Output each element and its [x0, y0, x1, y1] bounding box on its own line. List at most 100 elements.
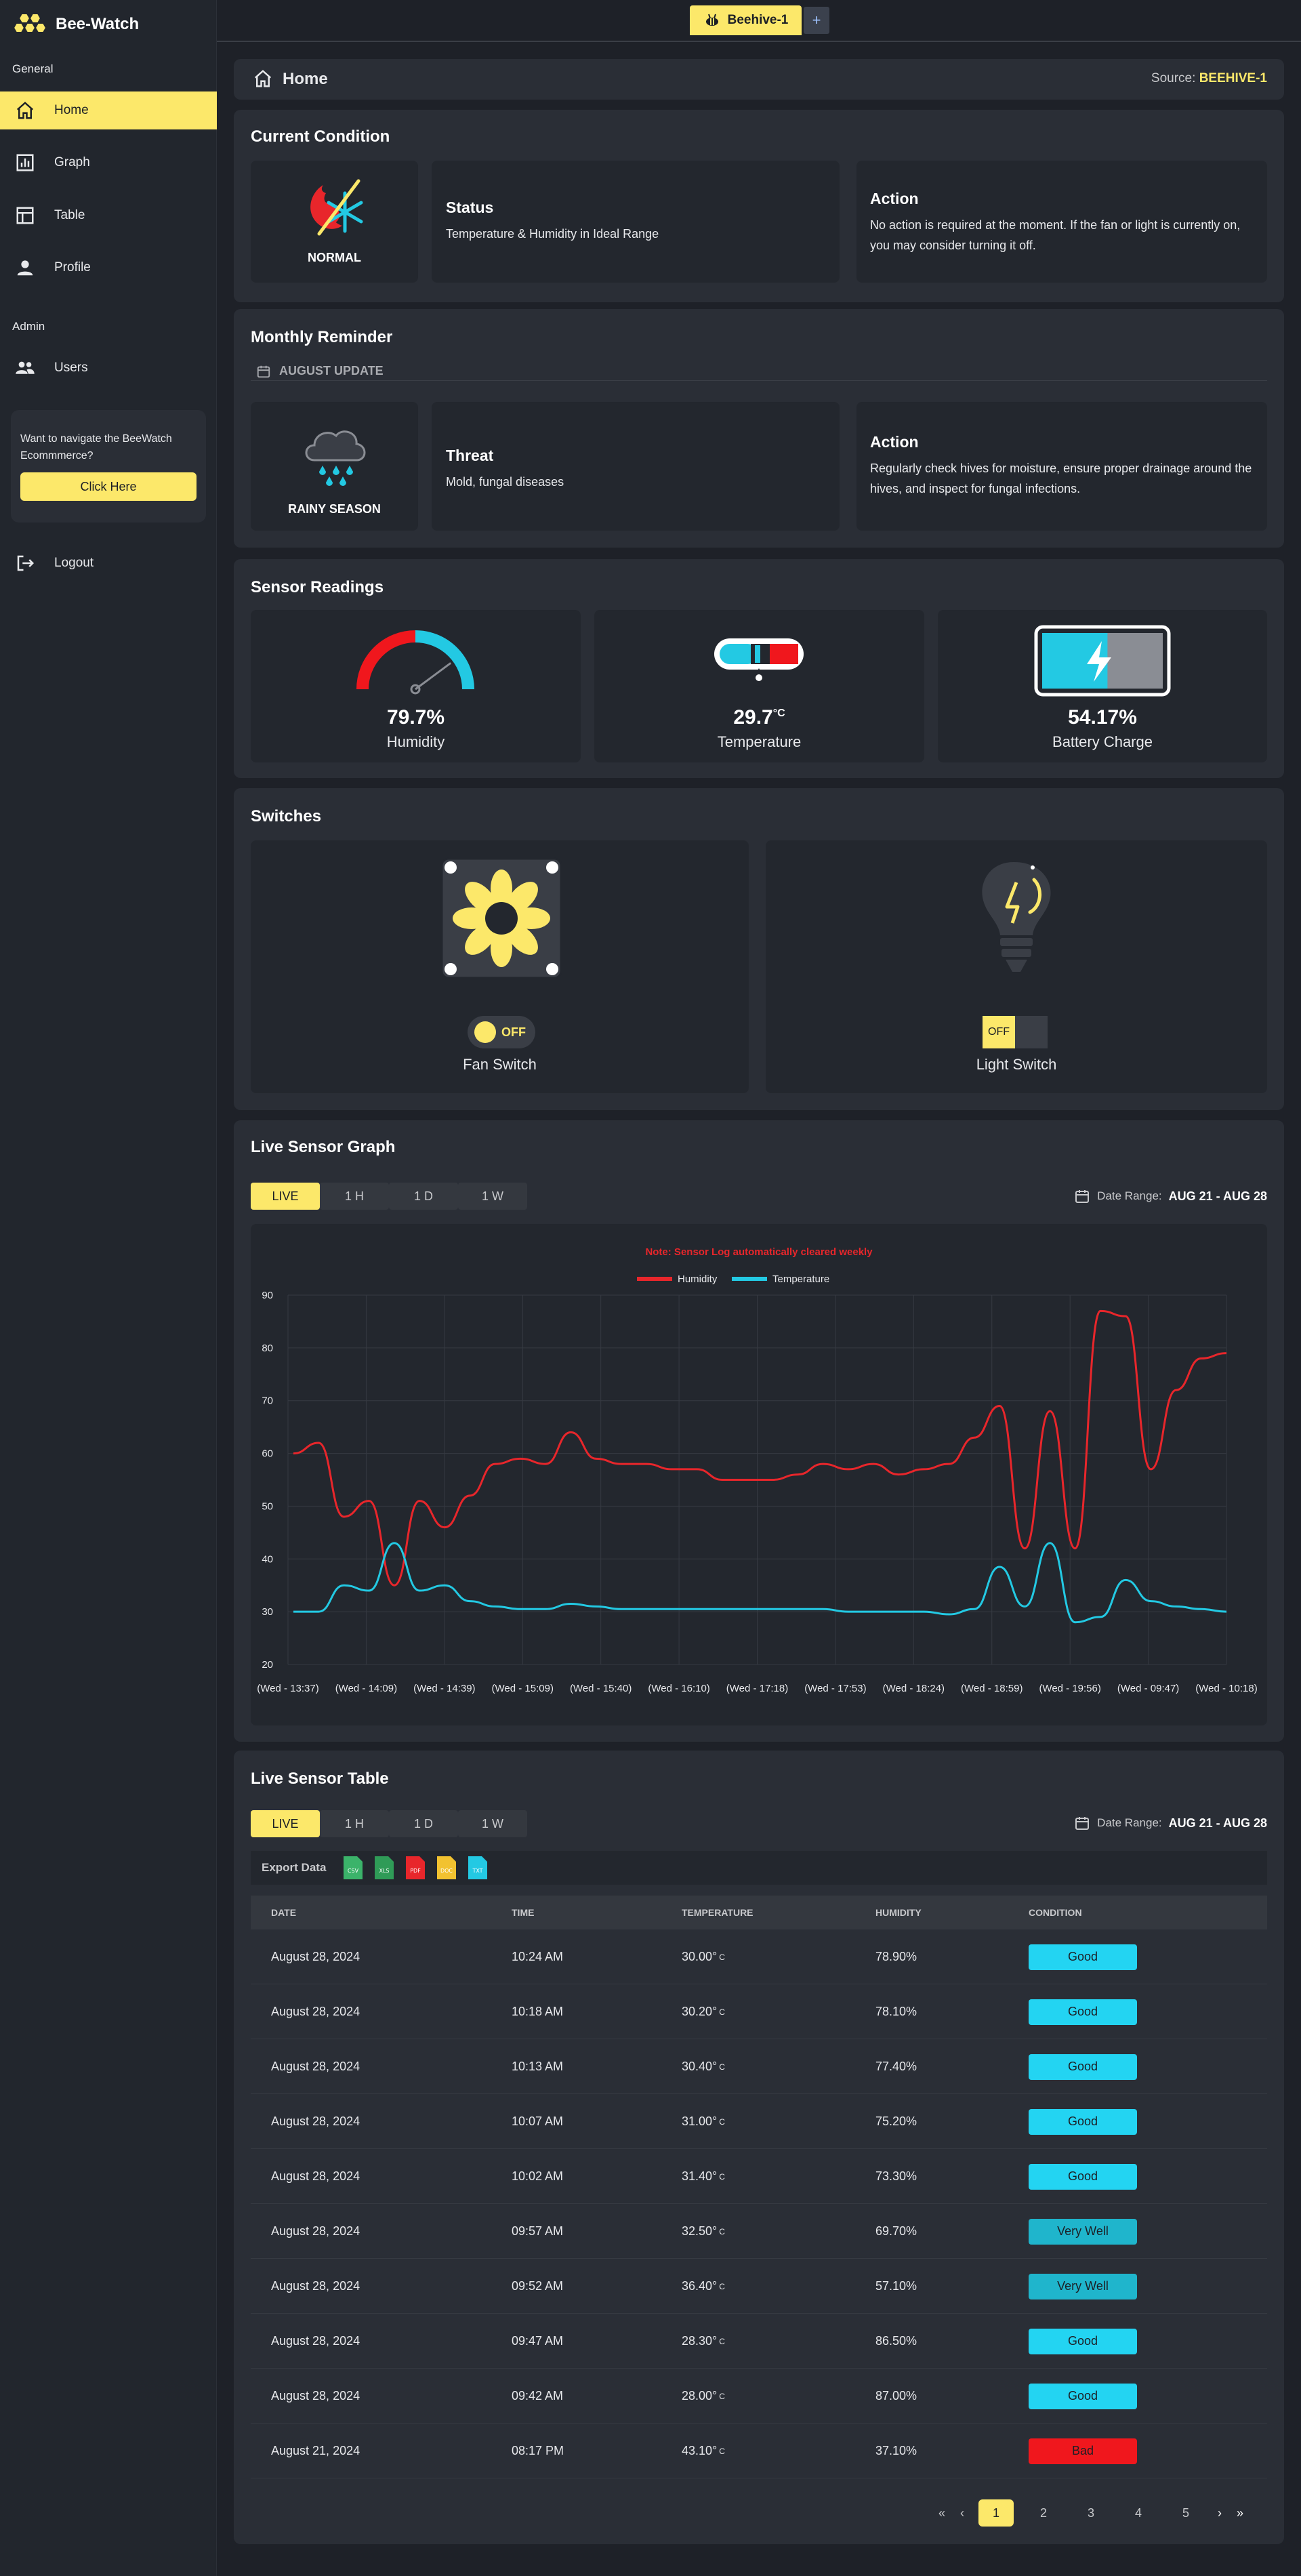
source-value: BEEHIVE-1 [1199, 71, 1267, 85]
light-switch-label: Light Switch [976, 1056, 1057, 1073]
cell-condition: Good [1029, 2314, 1137, 2369]
reminder-icon-label: RAINY SEASON [288, 502, 381, 516]
prev-page-button[interactable]: ‹ [952, 2499, 972, 2527]
page-2-button[interactable]: 2 [1020, 2499, 1067, 2527]
next-page-button[interactable]: › [1210, 2499, 1230, 2527]
table-row: August 28, 2024 09:47 AM 28.30° C 86.50% Good [251, 2314, 1267, 2369]
condition-badge: Good [1029, 1999, 1137, 2025]
range-1h[interactable]: 1 H [320, 1810, 389, 1837]
cell-date: August 28, 2024 [271, 2389, 360, 2403]
range-1w[interactable]: 1 W [458, 1183, 527, 1210]
sidebar-item-graph[interactable]: Graph [0, 144, 217, 182]
first-page-button[interactable]: « [932, 2499, 952, 2527]
sidebar-item-table[interactable]: Table [0, 197, 217, 234]
add-tab-button[interactable]: + [804, 7, 829, 34]
x-tick-label: (Wed - 16:10) [648, 1683, 709, 1694]
graph-date-range[interactable]: Date Range: AUG 21 - AUG 28 [1074, 1188, 1267, 1204]
cell-time: 08:17 PM [512, 2444, 564, 2457]
column-time[interactable]: TIME [512, 1896, 534, 1929]
temperature-card: 29.7°C Temperature [594, 610, 924, 762]
range-live[interactable]: LIVE [251, 1810, 320, 1837]
source-label: Source: [1151, 71, 1196, 85]
promo-button[interactable]: Click Here [20, 472, 197, 501]
sidebar-item-home[interactable]: Home [0, 91, 217, 129]
fan-switch-label: Fan Switch [463, 1056, 537, 1073]
monthly-reminder-panel: Monthly Reminder AUGUST UPDATE RAINY SEA… [234, 309, 1284, 548]
page-5-button[interactable]: 5 [1162, 2499, 1210, 2527]
table-date-range[interactable]: Date Range: AUG 21 - AUG 28 [1074, 1815, 1267, 1831]
section-title: Live Sensor Graph [251, 1138, 396, 1156]
y-tick-label: 30 [262, 1606, 273, 1618]
temperature-unit: C [719, 2007, 725, 2017]
cell-date: August 28, 2024 [271, 2005, 360, 2018]
section-title: Live Sensor Table [251, 1770, 389, 1788]
condition-badge: Very Well [1029, 2273, 1137, 2299]
range-1h[interactable]: 1 H [320, 1183, 389, 1210]
temperature-text: 43.10° [682, 2444, 718, 2457]
home-icon [16, 102, 34, 119]
threat-text: Mold, fungal diseases [446, 475, 564, 489]
temperature-reading: 29.7°C [594, 706, 924, 729]
logout-button[interactable]: Logout [0, 544, 217, 582]
sidebar-item-profile[interactable]: Profile [0, 249, 217, 287]
export-pdf-icon[interactable]: PDF [405, 1855, 426, 1881]
export-doc-icon[interactable]: DOC [436, 1855, 457, 1881]
export-format: CSV [348, 1868, 359, 1874]
column-temperature[interactable]: TEMPERATURE [682, 1896, 753, 1929]
sidebar-item-users[interactable]: Users [0, 349, 217, 387]
cell-date: August 28, 2024 [271, 1950, 360, 1963]
battery-value: 54.17% [1068, 706, 1137, 729]
chart-container: Note: Sensor Log automatically cleared w… [251, 1224, 1267, 1725]
cell-date: August 21, 2024 [271, 2444, 360, 2457]
export-csv-icon[interactable]: CSV [342, 1855, 364, 1881]
condition-badge: Good [1029, 2108, 1137, 2135]
column-humidity[interactable]: HUMIDITY [875, 1896, 922, 1929]
x-tick-label: (Wed - 09:47) [1117, 1683, 1179, 1694]
light-toggle[interactable]: OFF [983, 1016, 1048, 1048]
y-tick-label: 50 [262, 1500, 273, 1512]
fan-state: OFF [501, 1025, 526, 1039]
export-format: TXT [472, 1868, 483, 1874]
table-row: August 28, 2024 09:42 AM 28.00° C 87.00% Good [251, 2369, 1267, 2424]
range-1w[interactable]: 1 W [458, 1810, 527, 1837]
cell-condition: Very Well [1029, 2204, 1137, 2259]
column-condition[interactable]: CONDITION [1029, 1896, 1082, 1929]
last-page-button[interactable]: » [1230, 2499, 1250, 2527]
range-1d[interactable]: 1 D [389, 1183, 458, 1210]
sidebar-item-label: Home [54, 103, 89, 117]
fan-toggle[interactable]: OFF [468, 1016, 535, 1048]
range-live[interactable]: LIVE [251, 1183, 320, 1210]
status-text: Temperature & Humidity in Ideal Range [446, 227, 659, 241]
export-txt-icon[interactable]: TXT [467, 1855, 489, 1881]
pagination: « ‹ 1 2 3 4 5 › » [932, 2499, 1250, 2527]
graph-range-chips: LIVE 1 H 1 D 1 W [251, 1183, 527, 1210]
page-1-button[interactable]: 1 [978, 2499, 1014, 2527]
export-bar: Export Data CSV XLS PDF DOC TXT [251, 1851, 1267, 1885]
table-row: August 21, 2024 08:17 PM 43.10° C 37.10% Bad [251, 2424, 1267, 2478]
reminder-action-card: Action Regularly check hives for moistur… [856, 402, 1267, 531]
humidity-label: Humidity [386, 733, 445, 750]
page-4-button[interactable]: 4 [1115, 2499, 1162, 2527]
range-1d[interactable]: 1 D [389, 1810, 458, 1837]
tab-beehive-1[interactable]: Beehive-1 [690, 5, 802, 35]
cell-time: 09:52 AM [512, 2279, 564, 2293]
export-format: XLS [379, 1868, 390, 1874]
promo-card: Want to navigate the BeeWatch Ecommmerce… [11, 410, 206, 523]
legend-label: Humidity [678, 1273, 718, 1285]
temperature-text: 30.40° [682, 2060, 718, 2073]
column-date[interactable]: DATE [271, 1896, 296, 1929]
home-icon [254, 70, 272, 87]
brand[interactable]: Bee-Watch [12, 11, 139, 38]
x-tick-label: (Wed - 19:56) [1039, 1683, 1100, 1694]
logout-label: Logout [54, 556, 94, 570]
page-3-button[interactable]: 3 [1067, 2499, 1115, 2527]
logout-icon [17, 555, 35, 571]
table-range-chips: LIVE 1 H 1 D 1 W [251, 1810, 527, 1837]
condition-badge: Good [1029, 1944, 1137, 1970]
export-format: DOC [440, 1868, 453, 1874]
bar-chart-icon [16, 154, 34, 171]
sidebar-item-label: Graph [54, 155, 90, 169]
export-xls-icon[interactable]: XLS [373, 1855, 395, 1881]
temperature-unit: C [719, 2226, 725, 2236]
user-icon [17, 260, 33, 276]
